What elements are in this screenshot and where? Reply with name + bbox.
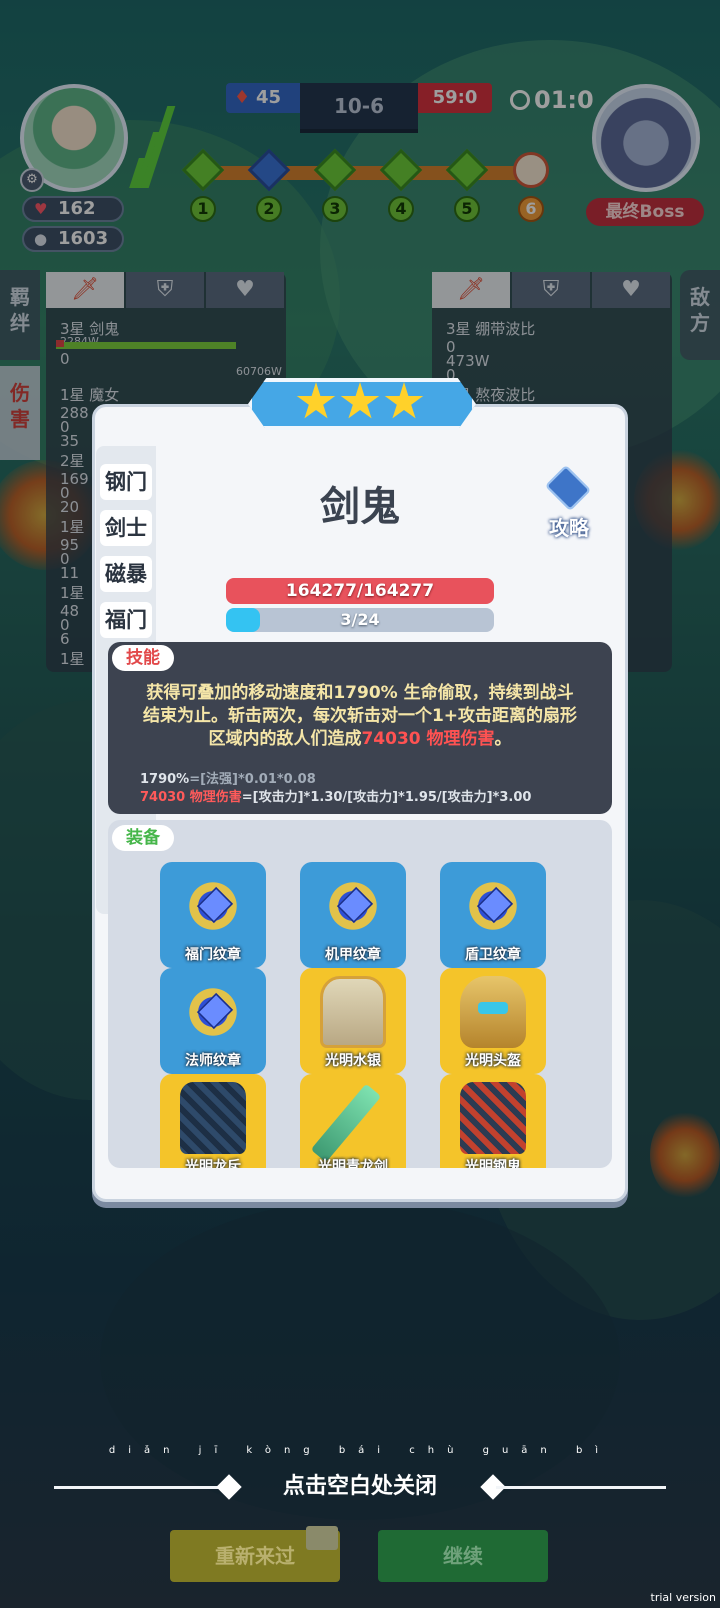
strategy-button-label[interactable]: 攻略 <box>536 512 602 541</box>
equipment-slot[interactable]: 法师纹章 <box>160 968 266 1074</box>
equipment-name: 光明龙斥 <box>185 1159 241 1168</box>
equipment-slot[interactable]: 光明头盔 <box>440 968 546 1074</box>
hero-mana-bar: 3/24 <box>226 608 494 632</box>
equipment-name: 福门纹章 <box>185 947 241 963</box>
hint-line-right <box>496 1486 666 1489</box>
formula-lifesteal-expr: =[法强]*0.01*0.08 <box>189 772 316 787</box>
equipment-slot[interactable]: 光明钢鬼 <box>440 1074 546 1168</box>
equipment-name: 光明水银 <box>325 1053 381 1069</box>
formula-damage-value: 74030 物理伤害 <box>140 790 242 805</box>
formula-damage-expr: =[攻击力]*1.30/[攻击力]*1.95/[攻击力]*3.00 <box>241 790 532 805</box>
equipment-panel: 福门纹章 机甲纹章 盾卫纹章法师纹章 光明水银 光明头盔光明龙斥 光明青龙剑 光明钢鬼 <box>108 820 612 1168</box>
skill-desc-text: 获得可叠加的移动速度和1790% 生命偷取，持续到战斗结束为止。斩击两次，每次斩… <box>142 683 578 749</box>
armor-red-icon <box>460 1082 526 1154</box>
equipment-name: 法师纹章 <box>185 1053 241 1069</box>
formula-lifesteal-value: 1790% <box>140 772 190 787</box>
video-ad-icon <box>306 1526 338 1550</box>
equipment-slot[interactable]: 光明龙斥 <box>160 1074 266 1168</box>
hero-name: 剑鬼 <box>320 484 400 530</box>
skill-section-tag: 技能 <box>112 645 174 671</box>
skill-desc-end: 。 <box>494 729 512 749</box>
close-hint-pinyin: diǎn jī kòng bái chù guān bì <box>108 1445 612 1456</box>
trait-item[interactable]: 福门 <box>100 602 152 638</box>
close-hint[interactable]: 点击空白处关闭 <box>0 1468 720 1500</box>
trait-item[interactable]: 磁暴 <box>100 556 152 592</box>
cloak-icon <box>320 976 386 1048</box>
equipment-name: 光明头盔 <box>465 1053 521 1069</box>
skill-description: 获得可叠加的移动速度和1790% 生命偷取，持续到战斗结束为止。斩击两次，每次斩… <box>140 682 580 751</box>
equipment-slot[interactable]: 光明水银 <box>300 968 406 1074</box>
skill-formula-damage: 74030 物理伤害=[攻击力]*1.30/[攻击力]*1.95/[攻击力]*3… <box>140 786 531 805</box>
hero-mana-text: 3/24 <box>340 610 380 629</box>
emblem-icon <box>320 870 386 942</box>
skill-damage-highlight: 74030 物理伤害 <box>361 729 495 749</box>
armor-blue-icon <box>180 1082 246 1154</box>
equipment-name: 光明钢鬼 <box>465 1159 521 1168</box>
continue-button[interactable]: 继续 <box>378 1530 548 1582</box>
hero-hp-bar: 164277/164277 <box>226 578 494 604</box>
emblem-icon <box>180 976 246 1048</box>
emblem-icon <box>180 870 246 942</box>
watermark: trial version <box>650 1591 716 1604</box>
equipment-slot[interactable]: 光明青龙剑 <box>300 1074 406 1168</box>
equipment-slot[interactable]: 机甲纹章 <box>300 862 406 968</box>
equipment-name: 盾卫纹章 <box>465 947 521 963</box>
sword-icon <box>310 1083 382 1163</box>
emblem-icon <box>460 870 526 942</box>
trait-item[interactable]: 剑士 <box>100 510 152 546</box>
equipment-name: 机甲纹章 <box>325 947 381 963</box>
helm-icon <box>460 976 526 1048</box>
trait-item[interactable]: 钢门 <box>100 464 152 500</box>
equipment-slot[interactable]: 盾卫纹章 <box>440 862 546 968</box>
skill-formula-lifesteal: 1790%=[法强]*0.01*0.08 <box>140 768 316 787</box>
strategy-graduation-cap-icon[interactable] <box>538 464 598 516</box>
equipment-name: 光明青龙剑 <box>318 1159 388 1168</box>
equipment-section-tag: 装备 <box>112 825 174 851</box>
equipment-slot[interactable]: 福门纹章 <box>160 862 266 968</box>
